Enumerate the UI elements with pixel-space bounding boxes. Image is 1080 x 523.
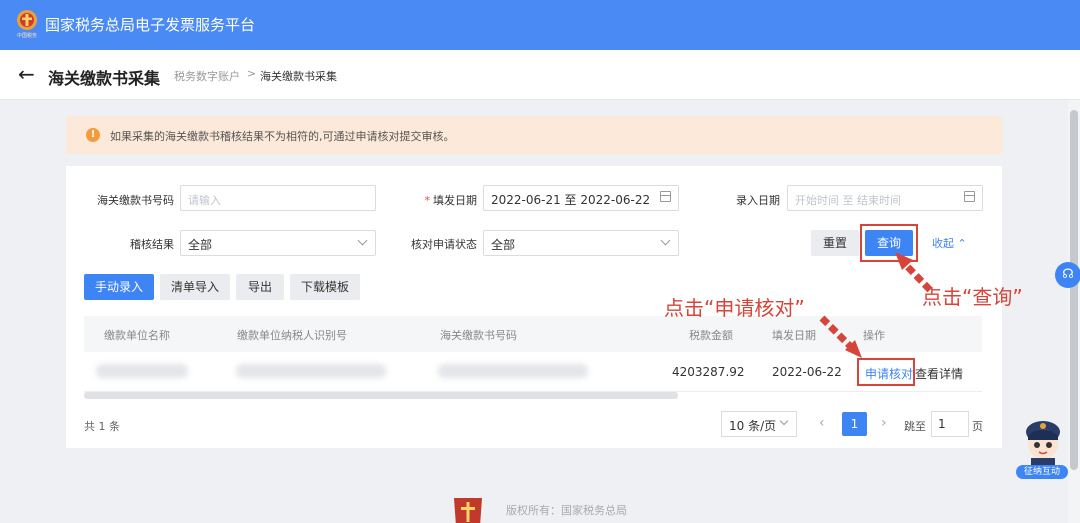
export-button[interactable]: 导出 — [236, 274, 284, 300]
collapse-link[interactable]: 收起 ⌃ — [932, 235, 967, 251]
table-row: 4203287.92 2022-06-22 申请核对 查看详情 — [84, 352, 982, 392]
query-hint-annotation: 点击“查询” — [922, 285, 1023, 309]
chevron-up-icon: ⌃ — [957, 237, 967, 250]
verify-highlight-box — [857, 358, 915, 386]
chevron-down-icon — [357, 235, 368, 246]
page-size-select[interactable]: 10 条/页 — [721, 411, 797, 437]
page-unit-label: 页 — [972, 420, 983, 433]
redacted-cell — [96, 364, 188, 378]
calendar-icon — [660, 191, 671, 202]
warning-icon: ! — [86, 128, 100, 142]
page-size-value: 10 条/页 — [729, 419, 777, 433]
customs-no-input[interactable]: 请输入 — [180, 185, 376, 211]
customs-no-label: 海关缴款书号码 — [97, 194, 174, 207]
list-import-button[interactable]: 清单导入 — [160, 274, 230, 300]
query-button[interactable]: 查询 — [865, 230, 913, 256]
download-template-button[interactable]: 下载模板 — [290, 274, 360, 300]
chevron-down-icon — [660, 235, 671, 246]
amount-cell: 4203287.92 — [672, 365, 745, 379]
reset-button[interactable]: 重置 — [811, 230, 859, 256]
total-count: 共 1 条 — [84, 420, 120, 433]
entry-date-placeholder: 开始时间 至 结束时间 — [795, 194, 901, 207]
breadcrumb-item-tax-account[interactable]: 税务数字账户 — [174, 68, 240, 84]
page-title: 海关缴款书采集 — [48, 69, 161, 88]
info-alert: ! 如果采集的海关缴款书稽核结果不为相符的,可通过申请核对提交审核。 — [66, 116, 1002, 154]
verify-status-label: 核对申请状态 — [411, 238, 477, 251]
tax-emblem-icon: 中国税务 — [17, 10, 37, 39]
view-details-link[interactable]: 查看详情 — [915, 365, 963, 382]
breadcrumb-item-current: 海关缴款书采集 — [260, 70, 337, 83]
issue-date-range-input[interactable]: 2022-06-21 至 2022-06-22 — [483, 185, 679, 211]
column-header: 缴款单位纳税人识别号 — [237, 329, 347, 342]
top-bar: 中国税务 国家税务总局电子发票服务平台 — [0, 0, 1080, 50]
calendar-icon — [964, 191, 975, 202]
redacted-cell — [438, 364, 588, 378]
assistant-label[interactable]: 征纳互动 — [1016, 465, 1068, 479]
next-page-icon[interactable]: › — [881, 415, 887, 431]
issue-date-value: 2022-06-21 至 2022-06-22 — [491, 193, 651, 207]
column-header: 填发日期 — [772, 329, 816, 342]
page-number-current[interactable]: 1 — [842, 412, 867, 436]
footer-tax-emblem-icon — [454, 498, 482, 523]
jump-page-input[interactable]: 1 — [931, 411, 969, 437]
platform-title: 国家税务总局电子发票服务平台 — [45, 16, 256, 34]
column-header: 操作 — [863, 329, 885, 342]
breadcrumb-separator: > — [247, 67, 257, 80]
table-horizontal-scrollbar[interactable] — [84, 392, 678, 399]
prev-page-icon[interactable]: ‹ — [819, 415, 825, 431]
verify-status-value: 全部 — [491, 238, 516, 252]
alert-text: 如果采集的海关缴款书稽核结果不为相符的,可通过申请核对提交审核。 — [110, 130, 455, 143]
audit-result-select[interactable]: 全部 — [180, 230, 376, 256]
page-header: ← 海关缴款书采集 税务数字账户 > 海关缴款书采集 — [0, 50, 1080, 100]
chevron-down-icon — [779, 416, 789, 426]
footer-copyright: 版权所有：国家税务总局 — [506, 504, 627, 517]
jump-label: 跳至 — [904, 420, 926, 433]
page-scrollbar-thumb[interactable] — [1070, 110, 1078, 470]
audit-result-value: 全部 — [188, 238, 213, 252]
column-header: 税款金额 — [689, 329, 733, 342]
issue-date-cell: 2022-06-22 — [772, 365, 842, 379]
issue-date-label: * 填发日期 — [424, 194, 478, 207]
audit-result-label: 稽核结果 — [130, 238, 174, 251]
headset-icon[interactable]: ☊ — [1055, 262, 1080, 288]
logo-caption: 中国税务 — [17, 32, 37, 39]
verify-hint-annotation: 点击“申请核对” — [664, 296, 805, 320]
verify-status-select[interactable]: 全部 — [483, 230, 679, 256]
arrow-left-icon[interactable]: ← — [18, 62, 35, 86]
manual-entry-button[interactable]: 手动录入 — [84, 274, 154, 300]
column-header: 海关缴款书号码 — [440, 329, 517, 342]
entry-date-label: 录入日期 — [736, 194, 780, 207]
table-header: 缴款单位名称 缴款单位纳税人识别号 海关缴款书号码 税款金额 填发日期 操作 — [84, 316, 982, 352]
entry-date-range-input[interactable]: 开始时间 至 结束时间 — [787, 185, 983, 211]
redacted-cell — [236, 364, 386, 378]
column-header: 缴款单位名称 — [104, 329, 170, 342]
